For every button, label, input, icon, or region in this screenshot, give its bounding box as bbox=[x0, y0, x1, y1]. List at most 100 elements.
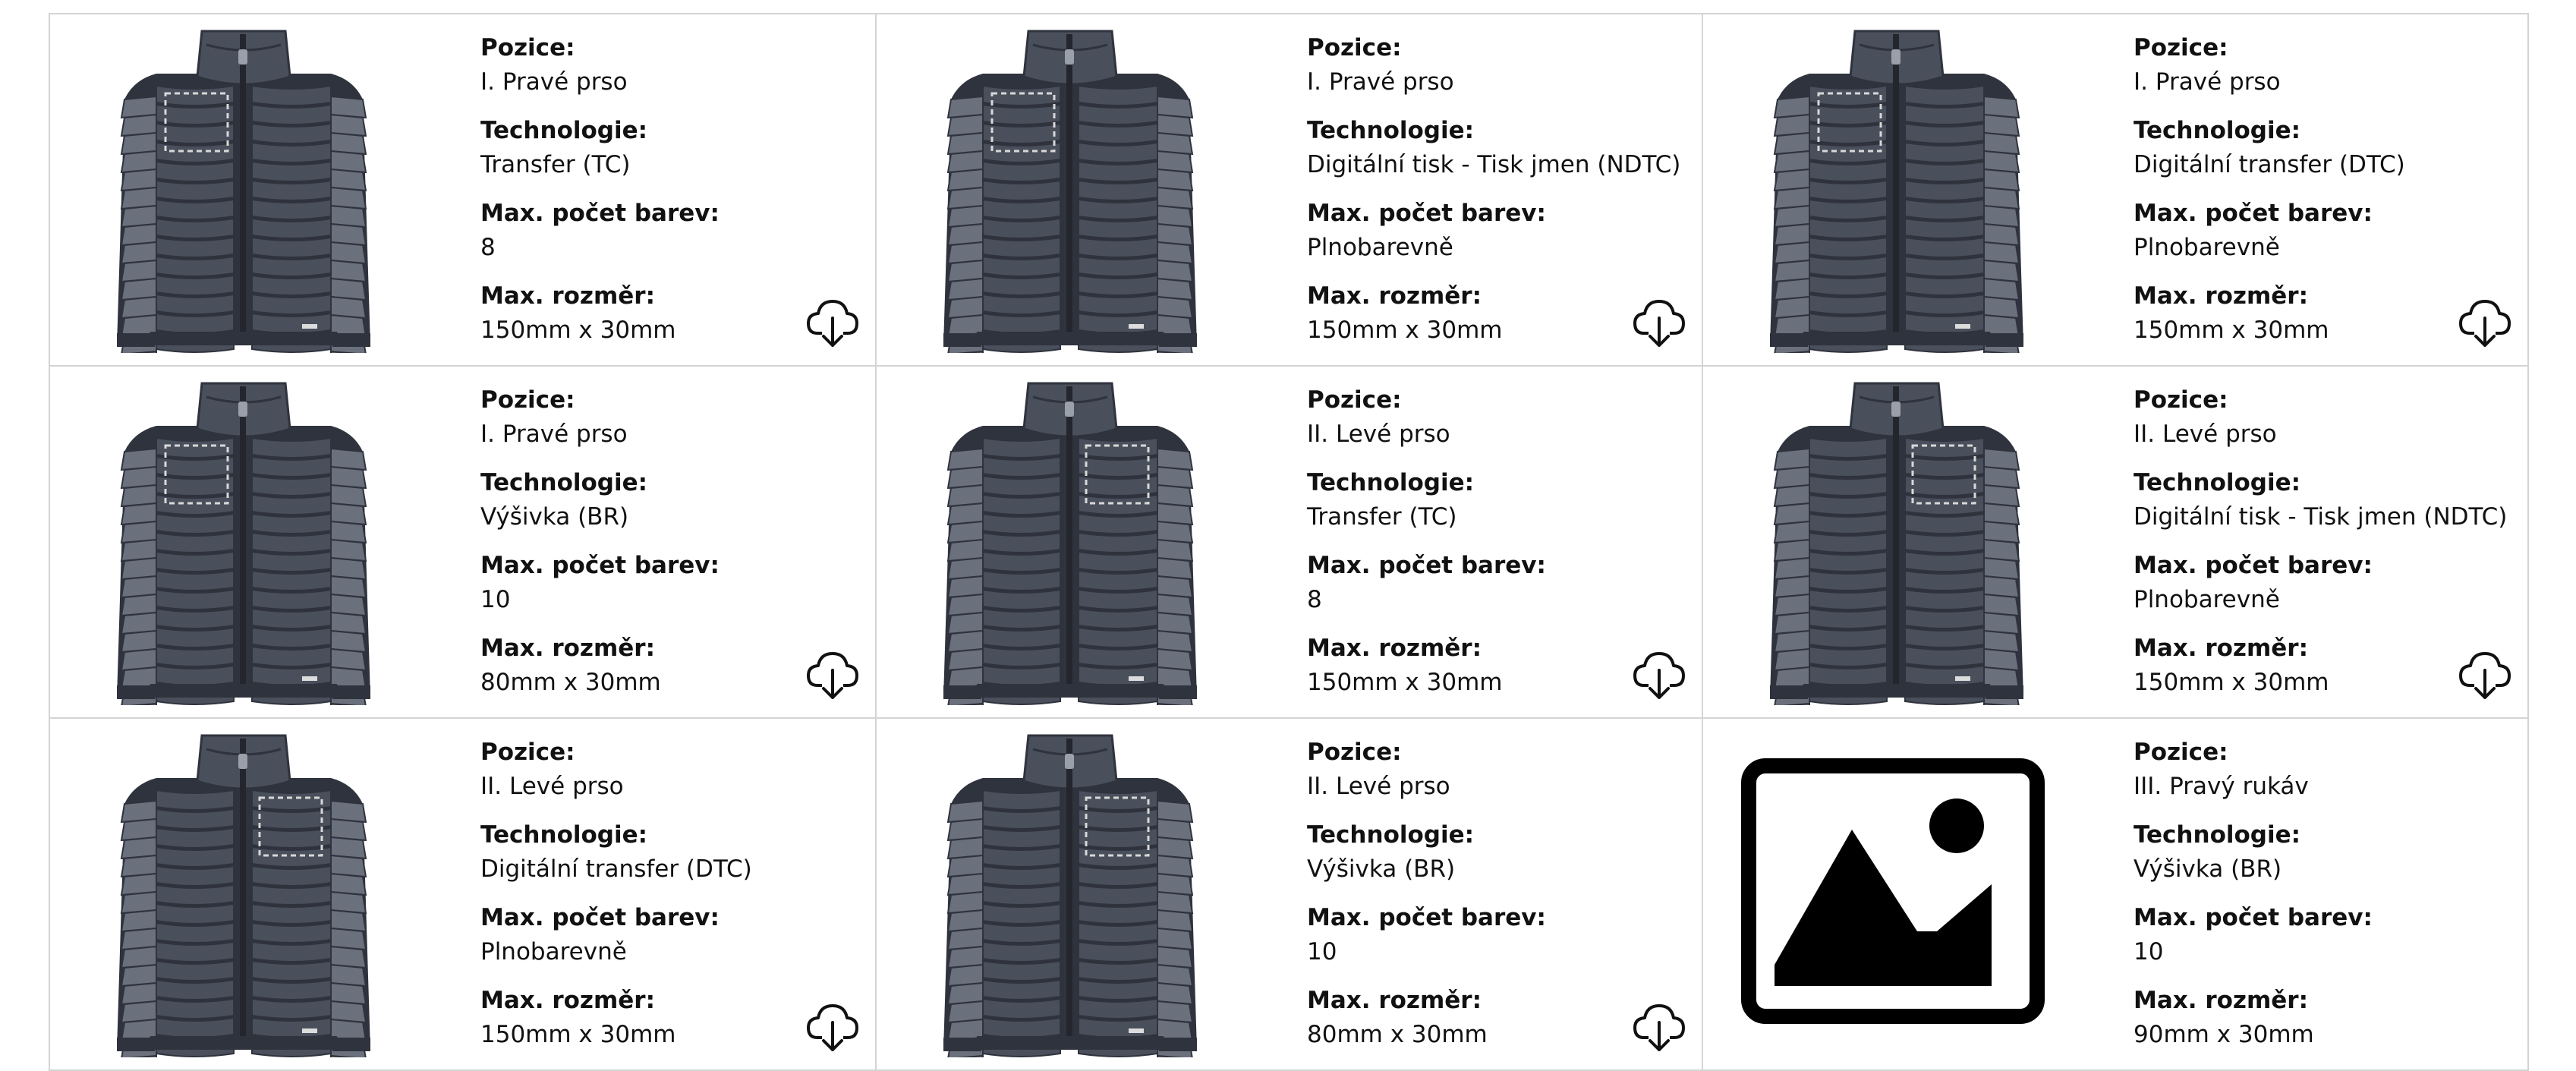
position-value: II. Levé prso bbox=[1307, 773, 1450, 800]
technology-value: Výšivka (BR) bbox=[2134, 855, 2282, 883]
print-option-details: Pozice: II. Levé prso Technologie: Digitáln… bbox=[2134, 383, 2508, 714]
technology-value: Digitální tisk - Tisk jmen (NDTC) bbox=[2134, 503, 2508, 531]
size-label: Max. rozměr: bbox=[1307, 282, 1482, 310]
technology-value: Transfer (TC) bbox=[480, 151, 631, 178]
technology-value: Výšivka (BR) bbox=[480, 503, 629, 531]
colors-value: 10 bbox=[480, 586, 511, 613]
product-image bbox=[877, 367, 1302, 717]
colors-label: Max. počet barev: bbox=[2134, 200, 2373, 227]
cloud-download-icon[interactable] bbox=[2458, 295, 2512, 350]
cloud-download-icon[interactable] bbox=[1632, 647, 1686, 702]
technology-value: Transfer (TC) bbox=[1307, 503, 1457, 531]
technology-value: Digitální transfer (DTC) bbox=[2134, 151, 2405, 178]
colors-value: Plnobarevně bbox=[2134, 586, 2280, 613]
print-options-grid: Pozice: I. Pravé prso Technologie: Transfer… bbox=[49, 13, 2529, 1071]
print-option-card: Pozice: I. Pravé prso Technologie: Výšivka … bbox=[50, 367, 877, 719]
position-label: Pozice: bbox=[480, 34, 575, 61]
colors-value: Plnobarevně bbox=[1307, 234, 1453, 261]
technology-value: Výšivka (BR) bbox=[1307, 855, 1456, 883]
colors-value: 10 bbox=[2134, 938, 2164, 965]
colors-label: Max. počet barev: bbox=[2134, 904, 2373, 931]
technology-value: Digitální tisk - Tisk jmen (NDTC) bbox=[1307, 151, 1681, 178]
colors-value: Plnobarevně bbox=[2134, 234, 2280, 261]
product-image bbox=[50, 14, 475, 365]
cloud-download-icon[interactable] bbox=[805, 295, 860, 350]
size-value: 90mm x 30mm bbox=[2134, 1021, 2314, 1048]
technology-label: Technologie: bbox=[480, 117, 648, 144]
print-option-details: Pozice: I. Pravé prso Technologie: Digitáln… bbox=[2134, 31, 2483, 362]
size-label: Max. rozměr: bbox=[1307, 635, 1482, 662]
image-placeholder-icon bbox=[1703, 719, 2128, 1069]
size-value: 150mm x 30mm bbox=[1307, 669, 1503, 696]
position-label: Pozice: bbox=[480, 739, 575, 766]
size-value: 150mm x 30mm bbox=[480, 317, 676, 344]
colors-label: Max. počet barev: bbox=[480, 552, 720, 579]
product-image bbox=[50, 367, 475, 717]
print-option-card: Pozice: II. Levé prso Technologie: Výšivka … bbox=[877, 719, 1703, 1071]
technology-label: Technologie: bbox=[1307, 117, 1475, 144]
position-value: II. Levé prso bbox=[480, 773, 624, 800]
print-option-card: Pozice: II. Levé prso Technologie: Transfer… bbox=[877, 367, 1703, 719]
size-label: Max. rozměr: bbox=[2134, 282, 2308, 310]
position-value: I. Pravé prso bbox=[2134, 68, 2281, 96]
position-label: Pozice: bbox=[2134, 739, 2228, 766]
cloud-download-icon[interactable] bbox=[2458, 647, 2512, 702]
print-option-card: Pozice: I. Pravé prso Technologie: Transfer… bbox=[50, 14, 877, 367]
product-image bbox=[50, 719, 475, 1069]
colors-label: Max. počet barev: bbox=[480, 200, 720, 227]
colors-value: 8 bbox=[1307, 586, 1322, 613]
print-option-card: Pozice: I. Pravé prso Technologie: Digitáln… bbox=[877, 14, 1703, 367]
position-label: Pozice: bbox=[2134, 386, 2228, 414]
size-value: 150mm x 30mm bbox=[480, 1021, 676, 1048]
technology-label: Technologie: bbox=[1307, 469, 1475, 496]
product-image bbox=[877, 14, 1302, 365]
position-value: I. Pravé prso bbox=[480, 68, 628, 96]
position-label: Pozice: bbox=[1307, 739, 1402, 766]
print-option-details: Pozice: I. Pravé prso Technologie: Digitáln… bbox=[1307, 31, 1681, 362]
position-label: Pozice: bbox=[1307, 34, 1402, 61]
size-label: Max. rozměr: bbox=[480, 635, 655, 662]
position-value: I. Pravé prso bbox=[1307, 68, 1454, 96]
technology-label: Technologie: bbox=[480, 821, 648, 849]
cloud-download-icon[interactable] bbox=[805, 1000, 860, 1054]
size-label: Max. rozměr: bbox=[1307, 987, 1482, 1014]
print-option-details: Pozice: III. Pravý rukáv Technologie: Výšiv… bbox=[2134, 736, 2483, 1066]
position-value: II. Levé prso bbox=[2134, 421, 2277, 448]
colors-value: 8 bbox=[480, 234, 496, 261]
colors-value: Plnobarevně bbox=[480, 938, 627, 965]
size-value: 150mm x 30mm bbox=[2134, 669, 2329, 696]
print-option-details: Pozice: II. Levé prso Technologie: Výšivka … bbox=[1307, 736, 1656, 1066]
technology-value: Digitální transfer (DTC) bbox=[480, 855, 752, 883]
position-label: Pozice: bbox=[480, 386, 575, 414]
size-label: Max. rozměr: bbox=[2134, 635, 2308, 662]
print-option-card: Pozice: II. Levé prso Technologie: Digitáln… bbox=[50, 719, 877, 1071]
colors-value: 10 bbox=[1307, 938, 1337, 965]
print-option-details: Pozice: I. Pravé prso Technologie: Transfer… bbox=[480, 31, 830, 362]
technology-label: Technologie: bbox=[480, 469, 648, 496]
product-image bbox=[1703, 367, 2128, 717]
colors-label: Max. počet barev: bbox=[2134, 552, 2373, 579]
technology-label: Technologie: bbox=[2134, 821, 2301, 849]
print-option-details: Pozice: I. Pravé prso Technologie: Výšivka … bbox=[480, 383, 830, 714]
size-value: 80mm x 30mm bbox=[1307, 1021, 1488, 1048]
technology-label: Technologie: bbox=[2134, 469, 2301, 496]
colors-label: Max. počet barev: bbox=[1307, 200, 1546, 227]
position-value: III. Pravý rukáv bbox=[2134, 773, 2309, 800]
print-option-details: Pozice: II. Levé prso Technologie: Digitáln… bbox=[480, 736, 830, 1066]
cloud-download-icon[interactable] bbox=[1632, 295, 1686, 350]
colors-label: Max. počet barev: bbox=[1307, 904, 1546, 931]
print-option-card: Pozice: I. Pravé prso Technologie: Digitáln… bbox=[1703, 14, 2529, 367]
cloud-download-icon[interactable] bbox=[805, 647, 860, 702]
technology-label: Technologie: bbox=[1307, 821, 1475, 849]
size-label: Max. rozměr: bbox=[480, 987, 655, 1014]
position-value: I. Pravé prso bbox=[480, 421, 628, 448]
size-value: 80mm x 30mm bbox=[480, 669, 661, 696]
cloud-download-icon[interactable] bbox=[1632, 1000, 1686, 1054]
print-option-card: Pozice: II. Levé prso Technologie: Digitáln… bbox=[1703, 367, 2529, 719]
position-label: Pozice: bbox=[1307, 386, 1402, 414]
size-label: Max. rozměr: bbox=[2134, 987, 2308, 1014]
print-option-card: Pozice: III. Pravý rukáv Technologie: Výšiv… bbox=[1703, 719, 2529, 1071]
size-label: Max. rozměr: bbox=[480, 282, 655, 310]
colors-label: Max. počet barev: bbox=[1307, 552, 1546, 579]
product-image bbox=[877, 719, 1302, 1069]
